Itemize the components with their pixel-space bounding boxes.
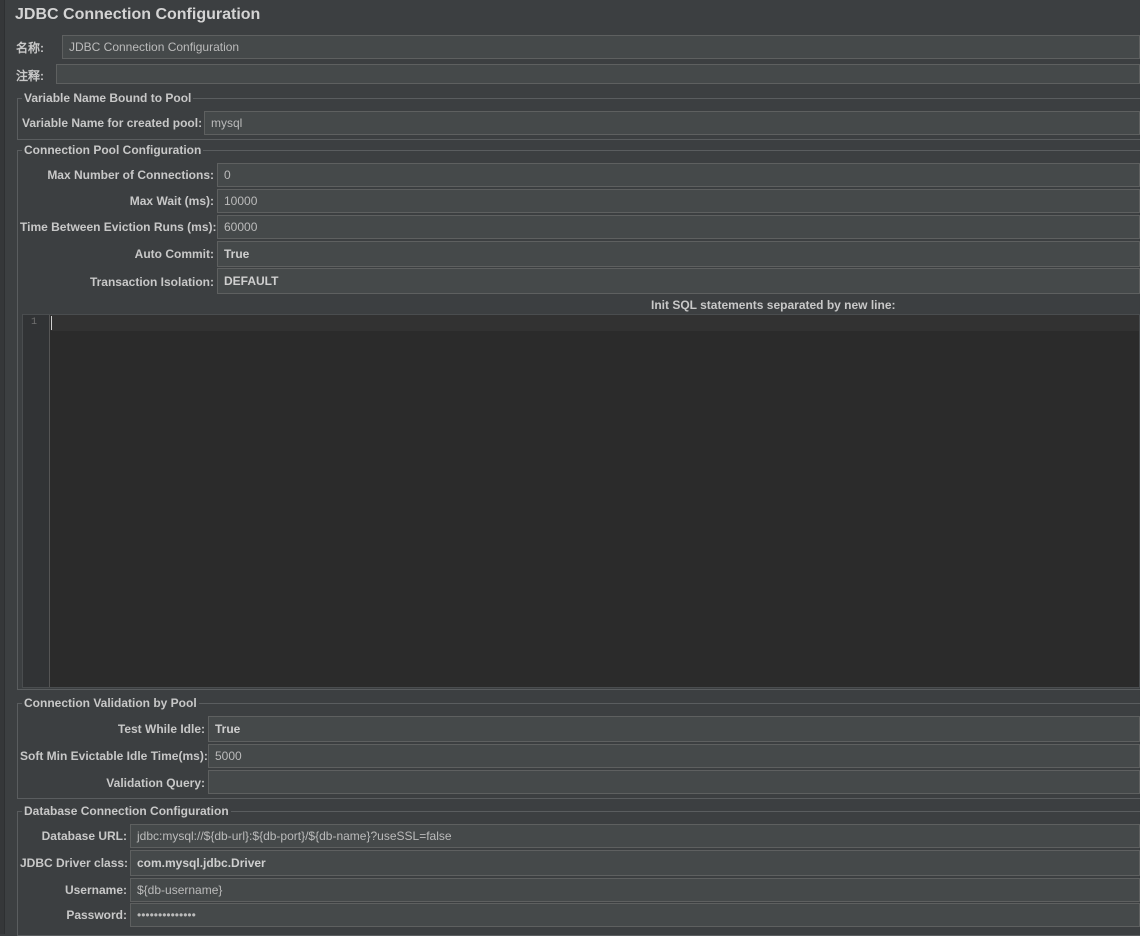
comment-label: 注释: (16, 69, 44, 83)
soft-min-idle-label: Soft Min Evictable Idle Time(ms): (20, 749, 208, 763)
pool-group-title: Connection Pool Configuration (22, 143, 204, 157)
line-number-gutter (23, 315, 50, 687)
eviction-runs-label: Time Between Eviction Runs (ms): (20, 220, 217, 234)
auto-commit-label: Auto Commit: (134, 247, 214, 261)
text-caret (51, 316, 52, 330)
pool-variable-label: Variable Name for created pool: (22, 116, 203, 130)
eviction-runs-input[interactable]: 60000 (217, 215, 1140, 239)
variable-group-title: Variable Name Bound to Pool (22, 91, 194, 105)
max-wait-input[interactable]: 10000 (217, 189, 1140, 213)
auto-commit-select[interactable]: True (217, 241, 1140, 267)
password-input[interactable]: •••••••••••••• (130, 903, 1140, 927)
password-label: Password: (66, 908, 127, 922)
pool-variable-input[interactable]: mysql (204, 111, 1140, 135)
validation-query-label: Validation Query: (106, 776, 205, 790)
comment-input[interactable] (56, 64, 1140, 84)
validation-query-input[interactable] (208, 770, 1140, 794)
driver-class-select[interactable]: com.mysql.jdbc.Driver (130, 850, 1140, 876)
test-while-idle-label: Test While Idle: (117, 722, 205, 736)
driver-class-label: JDBC Driver class: (20, 856, 129, 870)
transaction-isolation-label: Transaction Isolation: (89, 275, 214, 289)
max-connections-input[interactable]: 0 (217, 163, 1140, 187)
max-wait-label: Max Wait (ms): (129, 194, 214, 208)
current-line-highlight (51, 315, 1139, 331)
db-group-title: Database Connection Configuration (22, 804, 231, 818)
username-input[interactable]: ${db-username} (130, 878, 1140, 902)
transaction-isolation-select[interactable]: DEFAULT (217, 268, 1140, 294)
max-connections-label: Max Number of Connections: (47, 168, 214, 182)
page-title: JDBC Connection Configuration (15, 6, 261, 23)
database-url-input[interactable]: jdbc:mysql://${db-url}:${db-port}/${db-n… (130, 824, 1140, 848)
line-number: 1 (31, 317, 38, 328)
soft-min-idle-input[interactable]: 5000 (208, 744, 1140, 768)
init-sql-label: Init SQL statements separated by new lin… (651, 298, 896, 312)
left-splitter[interactable] (0, 0, 5, 934)
name-label: 名称: (16, 41, 44, 55)
init-sql-editor[interactable] (22, 314, 1140, 688)
name-input[interactable]: JDBC Connection Configuration (62, 35, 1140, 59)
database-url-label: Database URL: (41, 829, 127, 843)
validation-group-title: Connection Validation by Pool (22, 696, 199, 710)
username-label: Username: (64, 883, 127, 897)
test-while-idle-select[interactable]: True (208, 716, 1140, 742)
